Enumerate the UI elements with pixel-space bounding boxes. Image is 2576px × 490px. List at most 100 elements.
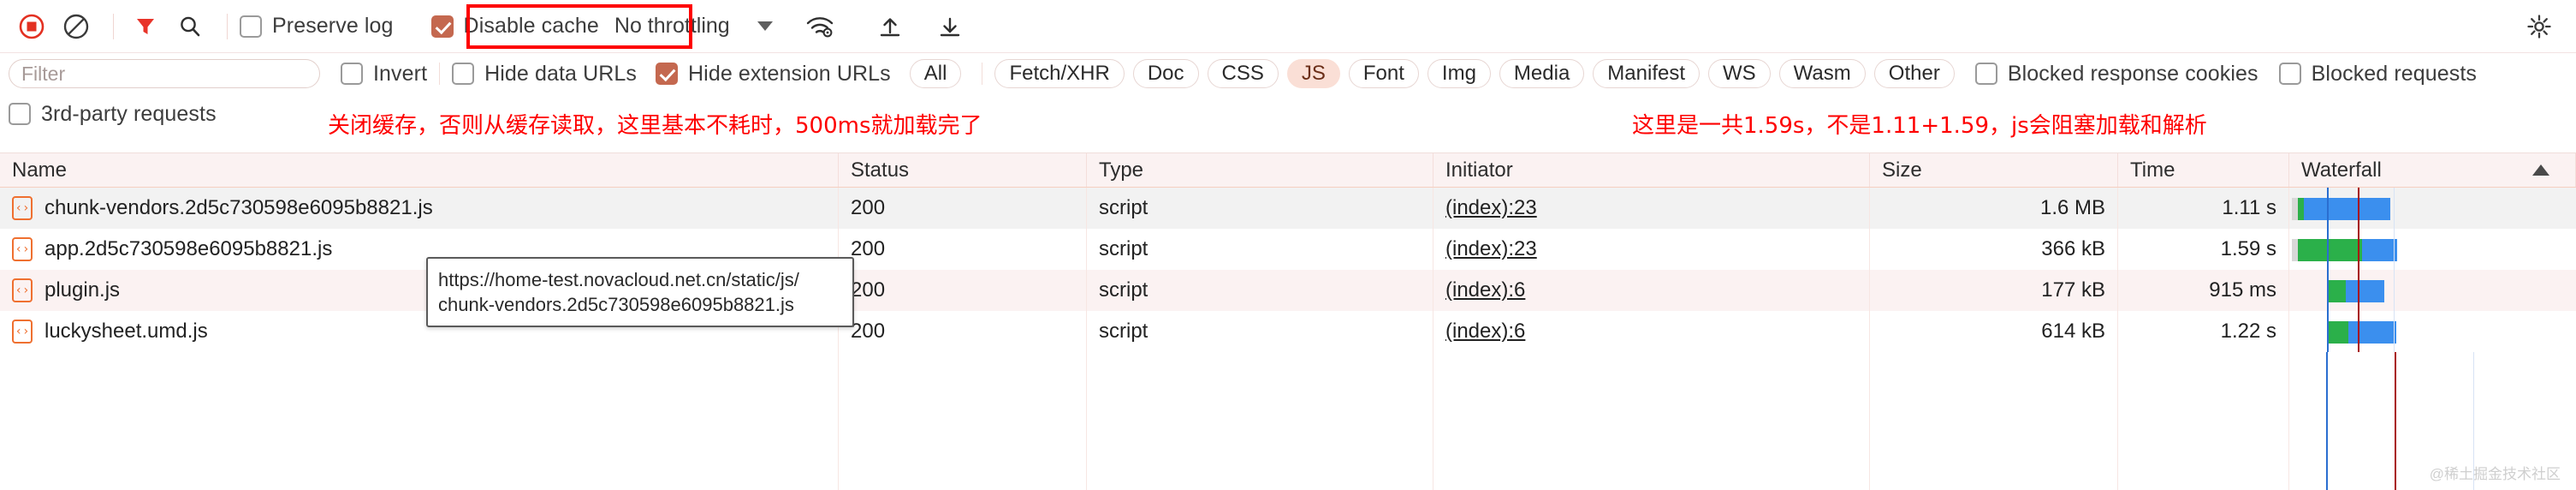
request-name: plugin.js bbox=[45, 278, 121, 302]
tooltip-line-1: https://home-test.novacloud.net.cn/stati… bbox=[438, 269, 799, 290]
request-name: luckysheet.umd.js bbox=[45, 320, 208, 343]
toolbar-divider bbox=[113, 13, 114, 39]
hide-data-urls-label: Hide data URLs bbox=[484, 61, 638, 86]
toolbar-divider-2 bbox=[227, 13, 228, 39]
hide-data-urls-checkbox[interactable]: Hide data URLs bbox=[452, 62, 637, 87]
waterfall-zone bbox=[2289, 270, 2576, 311]
throttling-value: No throttling bbox=[614, 14, 730, 38]
cell-name[interactable]: ‹› chunk-vendors.2d5c730598e6095b8821.js bbox=[0, 188, 839, 229]
type-filter-js[interactable]: JS bbox=[1286, 59, 1340, 88]
type-filter-ws[interactable]: WS bbox=[1708, 59, 1771, 88]
initiator-link[interactable]: (index):6 bbox=[1445, 278, 1525, 302]
filter-divider-1 bbox=[439, 63, 441, 85]
type-filter-fetch-xhr[interactable]: Fetch/XHR bbox=[994, 59, 1125, 88]
blocked-response-cookies-checkbox-box[interactable] bbox=[1974, 63, 1997, 85]
column-header-initiator[interactable]: Initiator bbox=[1433, 153, 1870, 187]
sort-ascending-triangle-icon[interactable] bbox=[2532, 164, 2549, 176]
column-header-size[interactable]: Size bbox=[1870, 153, 2118, 187]
blocked-requests-checkbox-box[interactable] bbox=[2278, 63, 2301, 85]
request-url-tooltip: https://home-test.novacloud.net.cn/stati… bbox=[426, 257, 854, 328]
type-filter-font[interactable]: Font bbox=[1348, 59, 1419, 88]
column-header-status[interactable]: Status bbox=[839, 153, 1087, 187]
type-filter-manifest[interactable]: Manifest bbox=[1593, 59, 1700, 88]
export-download-arrow-icon[interactable] bbox=[930, 7, 970, 46]
hide-data-urls-checkbox-box[interactable] bbox=[452, 63, 475, 85]
type-filter-all[interactable]: All bbox=[909, 59, 962, 88]
initiator-link[interactable]: (index):23 bbox=[1445, 237, 1537, 261]
throttling-dropdown[interactable]: No throttling bbox=[614, 14, 773, 39]
hide-extension-urls-checkbox-box[interactable] bbox=[656, 63, 679, 85]
import-upload-arrow-icon[interactable] bbox=[870, 7, 910, 46]
cell-size: 177 kB bbox=[1870, 270, 2118, 311]
type-filter-media[interactable]: Media bbox=[1499, 59, 1585, 88]
type-filter-img[interactable]: Img bbox=[1427, 59, 1491, 88]
blocked-requests-checkbox[interactable]: Blocked requests bbox=[2278, 61, 2478, 87]
third-party-requests-checkbox-box[interactable] bbox=[9, 103, 31, 125]
cell-initiator[interactable]: (index):6 bbox=[1433, 270, 1870, 311]
cell-initiator[interactable]: (index):6 bbox=[1433, 311, 1870, 352]
network-toolbar: Preserve log Disable cache No throttling bbox=[0, 0, 2576, 53]
preserve-log-checkbox-box[interactable] bbox=[240, 15, 262, 38]
cell-initiator[interactable]: (index):23 bbox=[1433, 229, 1870, 270]
script-file-icon: ‹› bbox=[12, 196, 33, 220]
blocked-response-cookies-checkbox[interactable]: Blocked response cookies bbox=[1974, 61, 2258, 87]
cell-waterfall bbox=[2289, 229, 2576, 270]
blocked-response-cookies-label: Blocked response cookies bbox=[2007, 61, 2258, 86]
cell-size: 366 kB bbox=[1870, 229, 2118, 270]
hide-extension-urls-label: Hide extension URLs bbox=[688, 61, 891, 86]
invert-checkbox[interactable]: Invert bbox=[341, 62, 427, 87]
cell-type: script bbox=[1087, 229, 1433, 270]
column-header-waterfall[interactable]: Waterfall bbox=[2289, 153, 2576, 187]
filter-input[interactable] bbox=[9, 59, 320, 88]
cell-status: 200 bbox=[839, 270, 1087, 311]
blocked-requests-label: Blocked requests bbox=[2311, 61, 2478, 86]
invert-checkbox-box[interactable] bbox=[341, 63, 363, 85]
disable-cache-checkbox[interactable]: Disable cache bbox=[430, 14, 599, 39]
table-row[interactable]: ‹› chunk-vendors.2d5c730598e6095b8821.js… bbox=[0, 188, 2576, 229]
type-filter-doc[interactable]: Doc bbox=[1132, 59, 1199, 88]
funnel-filter-icon[interactable] bbox=[126, 7, 165, 46]
request-name: app.2d5c730598e6095b8821.js bbox=[45, 237, 333, 260]
column-header-waterfall-label: Waterfall bbox=[2301, 158, 2382, 182]
network-requests-table: Name Status Type Initiator Size Time Wat… bbox=[0, 152, 2576, 490]
disable-cache-checkbox-box[interactable] bbox=[430, 15, 454, 38]
waterfall-zone bbox=[2289, 311, 2576, 352]
type-filter-wasm[interactable]: Wasm bbox=[1778, 59, 1866, 88]
wifi-settings-icon[interactable] bbox=[800, 7, 840, 46]
network-filter-bar: Invert Hide data URLs Hide extension URL… bbox=[0, 53, 2576, 94]
table-row[interactable]: ‹› luckysheet.umd.js 200 script (index):… bbox=[0, 311, 2576, 352]
cell-time: 915 ms bbox=[2118, 270, 2289, 311]
chevron-down-icon[interactable] bbox=[757, 21, 773, 31]
preserve-log-label: Preserve log bbox=[272, 14, 394, 38]
cell-type: script bbox=[1087, 188, 1433, 229]
gear-settings-icon[interactable] bbox=[2520, 7, 2559, 46]
initiator-link[interactable]: (index):23 bbox=[1445, 196, 1537, 220]
cell-initiator[interactable]: (index):23 bbox=[1433, 188, 1870, 229]
cell-type: script bbox=[1087, 270, 1433, 311]
cell-status: 200 bbox=[839, 188, 1087, 229]
cell-waterfall bbox=[2289, 188, 2576, 229]
table-row[interactable]: ‹› plugin.js 200 script (index):6 177 kB… bbox=[0, 270, 2576, 311]
waterfall-empty-area bbox=[0, 352, 2576, 490]
toolbar-right-group bbox=[2520, 7, 2564, 46]
watermark: @稀土掘金技术社区 bbox=[2429, 466, 2561, 482]
column-header-name[interactable]: Name bbox=[0, 153, 839, 187]
cell-type: script bbox=[1087, 311, 1433, 352]
type-filter-other[interactable]: Other bbox=[1873, 59, 1955, 88]
search-magnifier-icon[interactable] bbox=[170, 7, 210, 46]
cell-status: 200 bbox=[839, 311, 1087, 352]
record-stop-icon[interactable] bbox=[12, 7, 51, 46]
script-file-icon: ‹› bbox=[12, 320, 33, 344]
column-header-time[interactable]: Time bbox=[2118, 153, 2289, 187]
third-party-bar: 3rd-party requests bbox=[0, 94, 2576, 134]
cell-time: 1.22 s bbox=[2118, 311, 2289, 352]
hide-extension-urls-checkbox[interactable]: Hide extension URLs bbox=[656, 62, 891, 87]
preserve-log-checkbox[interactable]: Preserve log bbox=[240, 14, 394, 39]
table-row[interactable]: ‹› app.2d5c730598e6095b8821.js 200 scrip… bbox=[0, 229, 2576, 270]
clear-no-entry-icon[interactable] bbox=[56, 7, 96, 46]
column-header-type[interactable]: Type bbox=[1087, 153, 1433, 187]
type-filter-css[interactable]: CSS bbox=[1207, 59, 1279, 88]
third-party-requests-checkbox[interactable]: 3rd-party requests bbox=[9, 102, 217, 127]
initiator-link[interactable]: (index):6 bbox=[1445, 320, 1525, 344]
cell-status: 200 bbox=[839, 229, 1087, 270]
